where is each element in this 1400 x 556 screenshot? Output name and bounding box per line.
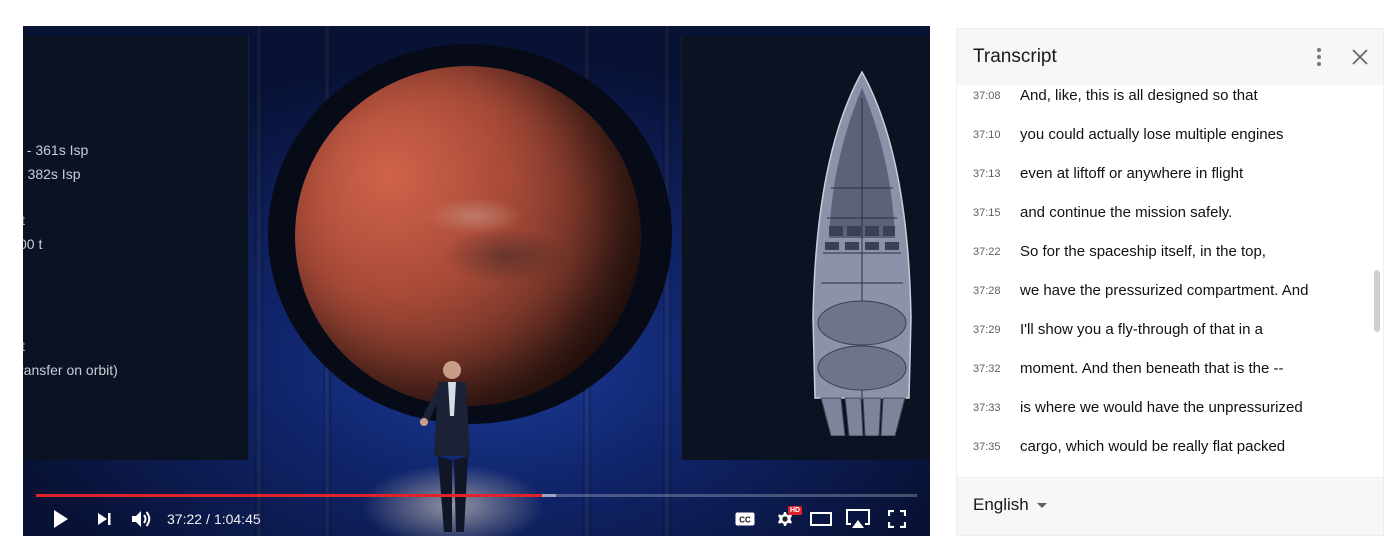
volume-button[interactable]: [129, 502, 155, 536]
time-display: 37:22/1:04:45: [167, 502, 261, 536]
transcript-line[interactable]: 37:22 So for the spaceship itself, in th…: [957, 233, 1369, 272]
transcript-text: I'll show you a fly-through of that in a: [1020, 321, 1263, 338]
transcript-footer: English: [957, 477, 1383, 535]
spaceship-cutaway-image: [812, 70, 912, 436]
transcript-scrollbar[interactable]: [1374, 270, 1380, 332]
dropdown-caret-icon: [1036, 502, 1047, 508]
next-icon: [98, 513, 111, 525]
transcript-text: So for the spaceship itself, in the top,: [1020, 243, 1266, 260]
transcript-line[interactable]: 37:10 you could actually lose multiple e…: [957, 116, 1369, 155]
captions-icon: CC: [735, 512, 755, 526]
transcript-text: cargo, which would be really flat packed: [1020, 438, 1286, 455]
transcript-title: Transcript: [973, 46, 1057, 67]
transcript-timestamp: 37:28: [973, 285, 1001, 297]
svg-text:CC: CC: [739, 516, 751, 525]
next-button[interactable]: [93, 502, 115, 536]
slide-text: t: [23, 212, 25, 228]
language-selector[interactable]: English: [973, 495, 1047, 515]
transcript-timestamp: 37:10: [973, 129, 1001, 141]
fullscreen-button[interactable]: [885, 502, 909, 536]
transcript-line[interactable]: 37:13 even at liftoff or anywhere in fli…: [957, 155, 1369, 194]
transcript-line[interactable]: 37:35 cargo, which would be really flat …: [957, 428, 1369, 467]
more-options-button[interactable]: [1309, 45, 1329, 69]
transcript-timestamp: 37:29: [973, 324, 1001, 336]
play-button[interactable]: [49, 502, 73, 536]
more-vert-icon: [1317, 48, 1321, 66]
slide-text: t: [23, 338, 25, 354]
transcript-line[interactable]: 37:08 And, like, this is all designed so…: [957, 77, 1369, 116]
airplay-button[interactable]: [845, 502, 871, 536]
stage-curtain: [255, 26, 263, 536]
transcript-timestamp: 37:22: [973, 246, 1001, 258]
fullscreen-icon: [888, 510, 906, 528]
transcript-timestamp: 37:32: [973, 363, 1001, 375]
volume-icon: [132, 511, 151, 527]
transcript-timestamp: 37:13: [973, 168, 1001, 180]
close-icon: [1352, 49, 1368, 65]
video-frame: t - 361s Isp - 382s Isp t 00 t t ransfer…: [23, 26, 930, 536]
slide-text: 00 t: [23, 236, 43, 252]
transcript-text: is where we would have the unpressurized: [1020, 399, 1303, 416]
current-time: 37:22: [167, 511, 203, 527]
transcript-text: moment. And then beneath that is the --: [1020, 360, 1284, 377]
transcript-timestamp: 37:08: [973, 90, 1001, 102]
hd-badge: HD: [788, 506, 803, 515]
seek-bar-played: [36, 494, 543, 497]
mars-image: [295, 66, 641, 406]
transcript-text: we have the pressurized compartment. And: [1020, 282, 1309, 299]
transcript-timestamp: 37:15: [973, 207, 1001, 219]
left-slide-screen: t - 361s Isp - 382s Isp t 00 t t ransfer…: [23, 36, 249, 460]
seek-bar[interactable]: [36, 494, 917, 497]
airplay-icon: [846, 509, 870, 528]
captions-button[interactable]: CC: [733, 502, 757, 536]
transcript-text: you could actually lose multiple engines: [1020, 126, 1284, 143]
time-separator: /: [206, 511, 210, 527]
slide-text: t - 361s Isp: [23, 142, 89, 158]
transcript-text: And, like, this is all designed so that: [1020, 87, 1258, 104]
play-icon: [54, 510, 68, 528]
slide-text: - 382s Isp: [23, 166, 81, 182]
transcript-line[interactable]: 37:29 I'll show you a fly-through of tha…: [957, 311, 1369, 350]
transcript-panel: Transcript 37:08 And, like, this is all …: [956, 28, 1384, 536]
transcript-line[interactable]: 37:28 we have the pressurized compartmen…: [957, 272, 1369, 311]
player-controls: 37:22/1:04:45 CC HD: [23, 502, 930, 536]
transcript-line[interactable]: 37:15 and continue the mission safely.: [957, 194, 1369, 233]
settings-button[interactable]: HD: [771, 502, 803, 536]
close-transcript-button[interactable]: [1350, 47, 1370, 67]
transcript-list[interactable]: 37:08 And, like, this is all designed so…: [957, 77, 1369, 473]
slide-text: ransfer on orbit): [23, 362, 118, 378]
transcript-timestamp: 37:33: [973, 402, 1001, 414]
transcript-line[interactable]: 37:32 moment. And then beneath that is t…: [957, 350, 1369, 389]
duration: 1:04:45: [213, 511, 261, 527]
theater-mode-button[interactable]: [809, 502, 833, 536]
transcript-line[interactable]: 37:33 is where we would have the unpress…: [957, 389, 1369, 428]
transcript-text: even at liftoff or anywhere in flight: [1020, 165, 1244, 182]
theater-icon: [810, 512, 832, 526]
transcript-text: and continue the mission safely.: [1020, 204, 1233, 221]
transcript-timestamp: 37:35: [973, 441, 1001, 453]
video-player[interactable]: t - 361s Isp - 382s Isp t 00 t t ransfer…: [23, 26, 930, 536]
language-label: English: [973, 495, 1029, 514]
